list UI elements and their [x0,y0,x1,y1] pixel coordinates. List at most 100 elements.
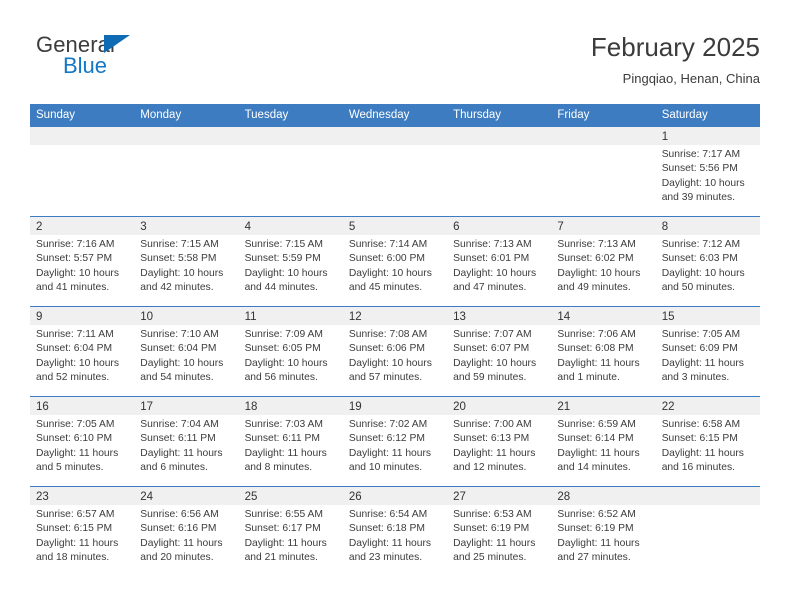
day-number-band: 27 [447,487,552,505]
calendar-day-cell[interactable]: 21 Sunrise: 6:59 AM Sunset: 6:14 PM Dayligh… [551,397,656,486]
day-number-band: 8 [655,217,760,235]
sunrise-text: Sunrise: 6:58 AM [661,419,741,430]
sunset-text: Sunset: 6:02 PM [557,253,634,265]
day-number-band: 22 [655,397,760,415]
sunset-text: Sunset: 6:00 PM [348,253,425,265]
calendar-day-cell[interactable]: 15 Sunrise: 7:05 AM Sunset: 6:09 PM Dayligh… [655,307,760,396]
sunrise-text: Sunrise: 6:57 AM [36,509,115,520]
calendar-day-cell[interactable]: 14 Sunrise: 7:06 AM Sunset: 6:08 PM Dayligh… [551,307,656,396]
calendar-day-cell[interactable]: 3 Sunrise: 7:15 AM Sunset: 5:58 PM Daylight… [134,217,239,306]
day-number: 18 [244,401,258,413]
calendar-day-cell[interactable]: 22 Sunrise: 6:58 AM Sunset: 6:15 PM Dayligh… [655,397,760,486]
day-number: 15 [661,311,675,323]
day-details: Sunrise: 6:59 AM Sunset: 6:14 PM Daylight:… [551,415,655,481]
calendar-day-cell[interactable]: 24 Sunrise: 6:56 AM Sunset: 6:16 PM Dayligh… [134,487,239,576]
day-details: Sunrise: 7:17 AM Sunset: 5:56 PM Daylight:… [656,145,760,211]
weekday-header-friday: Friday [557,109,590,121]
calendar-day-cell[interactable]: 1 Sunrise: 7:17 AM Sunset: 5:56 PM Daylight… [655,127,760,216]
generalblue-logo[interactable]: General Blue [30,32,230,84]
day-number: 8 [661,221,669,233]
day-number-band [655,487,760,505]
day-details: Sunrise: 6:52 AM Sunset: 6:19 PM Daylight:… [551,505,655,571]
day-number: 23 [36,491,49,503]
day-number-band: 2 [30,217,135,235]
daylight-text-line2: and 10 minutes. [348,461,423,473]
calendar-day-cell[interactable]: 20 Sunrise: 7:00 AM Sunset: 6:13 PM Dayligh… [447,397,552,486]
daylight-text-line1: Daylight: 11 hours [140,447,223,459]
day-number: 25 [244,491,258,503]
day-number-band [342,127,448,145]
weekday-header-wednesday: Wednesday [348,109,410,121]
daylight-text-line1: Daylight: 10 hours [36,267,119,279]
calendar-day-cell[interactable]: 12 Sunrise: 7:08 AM Sunset: 6:06 PM Dayligh… [342,307,448,396]
day-details: Sunrise: 7:15 AM Sunset: 5:59 PM Daylight:… [239,235,343,301]
calendar-day-cell[interactable]: 18 Sunrise: 7:03 AM Sunset: 6:11 PM Dayligh… [238,397,343,486]
sunset-text: Sunset: 6:08 PM [557,343,634,355]
day-details: Sunrise: 6:57 AM Sunset: 6:15 PM Daylight:… [30,505,134,571]
calendar-day-cell[interactable]: 5 Sunrise: 7:14 AM Sunset: 6:00 PM Daylight… [342,217,448,306]
calendar-day-cell[interactable]: 8 Sunrise: 7:12 AM Sunset: 6:03 PM Daylight… [655,217,760,306]
sunrise-text: Sunrise: 7:02 AM [348,419,428,430]
day-details: Sunrise: 7:11 AM Sunset: 6:04 PM Daylight:… [30,325,134,391]
day-number: 6 [453,221,460,233]
day-details [551,145,655,154]
weekday-header-tuesday: Tuesday [244,109,289,121]
sunset-text: Sunset: 6:19 PM [453,523,530,535]
day-number: 17 [140,401,154,413]
day-details [447,145,551,154]
day-number-band: 28 [551,487,656,505]
calendar-day-cell[interactable]: 10 Sunrise: 7:10 AM Sunset: 6:04 PM Dayligh… [134,307,239,396]
sunrise-text: Sunrise: 7:03 AM [244,419,323,430]
day-details: Sunrise: 7:00 AM Sunset: 6:13 PM Daylight:… [447,415,551,481]
day-number: 14 [557,311,571,323]
daylight-text-line1: Daylight: 11 hours [348,537,432,549]
daylight-text-line2: and 41 minutes. [36,281,110,293]
calendar-day-cell[interactable]: 9 Sunrise: 7:11 AM Sunset: 6:04 PM Daylight… [30,307,135,396]
sunset-text: Sunset: 6:14 PM [557,433,634,445]
daylight-text-line2: and 14 minutes. [557,461,631,473]
daylight-text-line1: Daylight: 10 hours [348,357,432,369]
day-number-band [551,127,656,145]
calendar-day-cell[interactable]: 23 Sunrise: 6:57 AM Sunset: 6:15 PM Dayligh… [30,487,135,576]
daylight-text-line2: and 49 minutes. [557,281,631,293]
calendar-day-cell[interactable]: 4 Sunrise: 7:15 AM Sunset: 5:59 PM Daylight… [238,217,343,306]
daylight-text-line2: and 1 minute. [557,371,620,383]
day-details: Sunrise: 7:12 AM Sunset: 6:03 PM Daylight:… [656,235,760,301]
title-block: February 2025 Pingqiao, Henan, China [591,30,760,89]
calendar-day-cell[interactable]: 26 Sunrise: 6:54 AM Sunset: 6:18 PM Dayligh… [342,487,448,576]
calendar-page: General Blue February 2025 Pingqiao, Hen… [0,0,792,612]
calendar-day-cell[interactable]: 2 Sunrise: 7:16 AM Sunset: 5:57 PM Daylight… [30,217,135,306]
calendar-day-cell[interactable]: 6 Sunrise: 7:13 AM Sunset: 6:01 PM Daylight… [447,217,552,306]
calendar-day-cell[interactable]: 13 Sunrise: 7:07 AM Sunset: 6:07 PM Dayligh… [447,307,552,396]
calendar-day-cell[interactable]: 27 Sunrise: 6:53 AM Sunset: 6:19 PM Dayligh… [447,487,552,576]
day-details [343,145,447,154]
sunset-text: Sunset: 6:04 PM [140,343,217,355]
day-number-band: 23 [30,487,135,505]
daylight-text-line2: and 3 minutes. [661,371,730,383]
calendar-day-cell[interactable]: 19 Sunrise: 7:02 AM Sunset: 6:12 PM Dayligh… [342,397,448,486]
day-number: 5 [348,221,356,233]
day-number-band: 1 [655,127,760,145]
day-details: Sunrise: 6:55 AM Sunset: 6:17 PM Daylight:… [239,505,343,571]
day-number-band: 25 [238,487,343,505]
day-number-band: 5 [342,217,448,235]
calendar-day-cell-empty [655,487,760,576]
day-number: 22 [661,401,675,413]
calendar-day-cell[interactable]: 25 Sunrise: 6:55 AM Sunset: 6:17 PM Dayligh… [238,487,343,576]
sunset-text: Sunset: 6:09 PM [661,343,738,355]
sunset-text: Sunset: 6:11 PM [244,433,320,445]
daylight-text-line1: Daylight: 11 hours [244,447,327,459]
calendar-day-cell[interactable]: 7 Sunrise: 7:13 AM Sunset: 6:02 PM Daylight… [551,217,656,306]
calendar-day-cell[interactable]: 28 Sunrise: 6:52 AM Sunset: 6:19 PM Dayligh… [551,487,656,576]
calendar-day-cell[interactable]: 16 Sunrise: 7:05 AM Sunset: 6:10 PM Dayligh… [30,397,135,486]
day-details: Sunrise: 7:07 AM Sunset: 6:07 PM Daylight:… [447,325,551,391]
sunset-text: Sunset: 6:13 PM [453,433,530,445]
daylight-text-line1: Daylight: 10 hours [140,357,224,369]
day-details: Sunrise: 7:05 AM Sunset: 6:10 PM Daylight:… [30,415,134,481]
calendar-day-cell[interactable]: 11 Sunrise: 7:09 AM Sunset: 6:05 PM Dayligh… [238,307,343,396]
calendar-day-cell[interactable]: 17 Sunrise: 7:04 AM Sunset: 6:11 PM Dayligh… [134,397,239,486]
sunset-text: Sunset: 6:01 PM [453,253,530,265]
day-number-band: 15 [655,307,760,325]
page-header: General Blue February 2025 Pingqiao, Hen… [30,30,760,100]
sunrise-text: Sunrise: 7:16 AM [36,239,115,250]
